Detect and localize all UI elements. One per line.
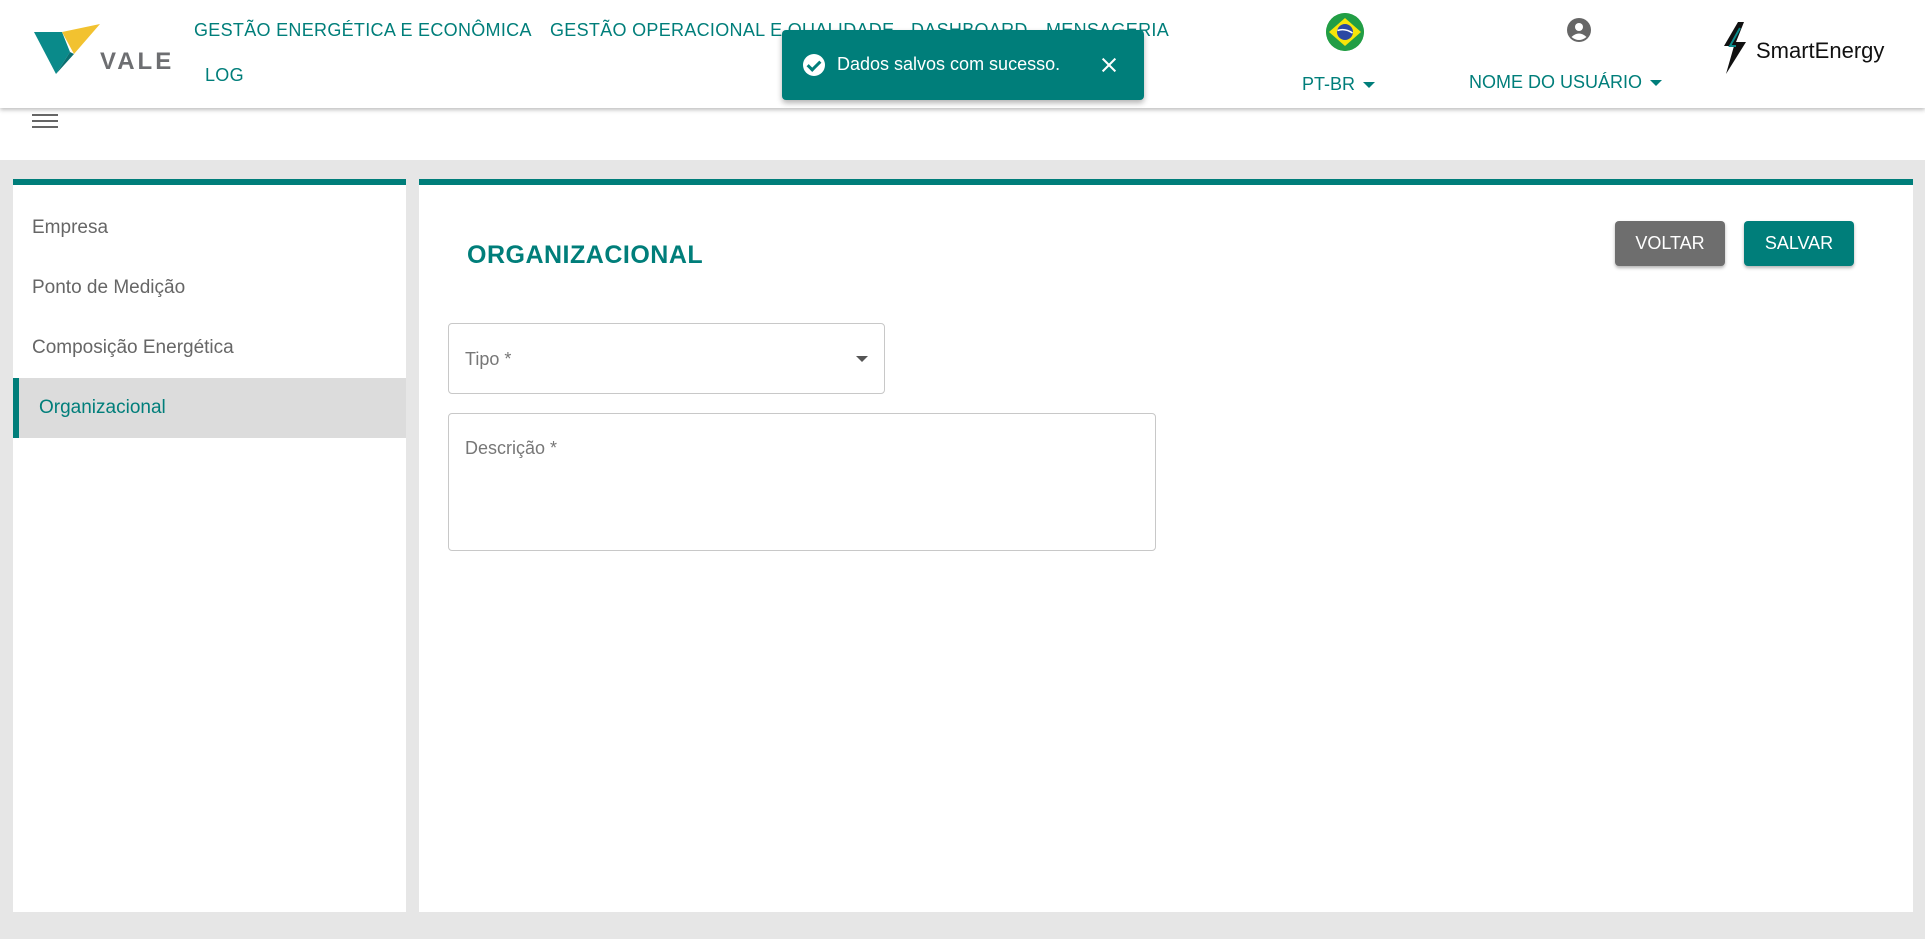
lightning-bolt-icon bbox=[1724, 22, 1746, 74]
nav-gestao-energetica[interactable]: GESTÃO ENERGÉTICA E ECONÔMICA bbox=[194, 20, 532, 41]
tipo-select[interactable]: Tipo * bbox=[448, 323, 885, 394]
vale-logo-text: VALE bbox=[100, 48, 175, 75]
sidebar: Empresa Ponto de Medição Composição Ener… bbox=[13, 179, 406, 912]
tipo-label: Tipo * bbox=[465, 349, 512, 369]
sidebar-item-composicao-energetica[interactable]: Composição Energética bbox=[13, 318, 406, 378]
vale-logo-mark bbox=[34, 24, 100, 74]
page-title: ORGANIZACIONAL bbox=[467, 241, 704, 269]
sub-header-bar bbox=[0, 108, 1925, 160]
save-button[interactable]: SALVAR bbox=[1744, 221, 1854, 266]
user-name: NOME DO USUÁRIO bbox=[1469, 72, 1643, 92]
hamburger-menu-icon[interactable] bbox=[32, 110, 58, 132]
nav-log[interactable]: LOG bbox=[205, 65, 244, 86]
toast-message: Dados salvos com sucesso. bbox=[837, 54, 1061, 74]
smartenergy-logo-text: SmartEnergy bbox=[1756, 38, 1885, 63]
descricao-label: Descrição * bbox=[465, 438, 558, 458]
language-label: PT-BR bbox=[1302, 74, 1356, 94]
sidebar-item-organizacional[interactable]: Organizacional bbox=[13, 378, 406, 438]
main-panel: ORGANIZACIONAL VOLTAR SALVAR Tipo * Desc… bbox=[419, 179, 1913, 912]
sidebar-item-ponto-de-medicao[interactable]: Ponto de Medição bbox=[13, 258, 406, 318]
back-button[interactable]: VOLTAR bbox=[1615, 221, 1725, 266]
success-toast: Dados salvos com sucesso. bbox=[782, 30, 1144, 100]
sidebar-item-empresa[interactable]: Empresa bbox=[13, 198, 406, 258]
chevron-down-icon bbox=[1650, 80, 1663, 87]
user-account-icon[interactable] bbox=[1566, 17, 1592, 43]
vale-logo[interactable]: VALE bbox=[34, 24, 171, 80]
brazil-flag-icon[interactable] bbox=[1326, 13, 1364, 51]
smartenergy-logo: SmartEnergy bbox=[1716, 20, 1896, 80]
language-selector[interactable]: PT-BR bbox=[1302, 74, 1376, 95]
close-icon[interactable] bbox=[1096, 52, 1122, 78]
check-circle-icon bbox=[803, 54, 825, 76]
descricao-textarea[interactable]: Descrição * bbox=[448, 413, 1156, 551]
user-menu[interactable]: NOME DO USUÁRIO bbox=[1469, 72, 1663, 93]
dropdown-arrow-icon bbox=[856, 356, 868, 362]
chevron-down-icon bbox=[1363, 82, 1376, 89]
